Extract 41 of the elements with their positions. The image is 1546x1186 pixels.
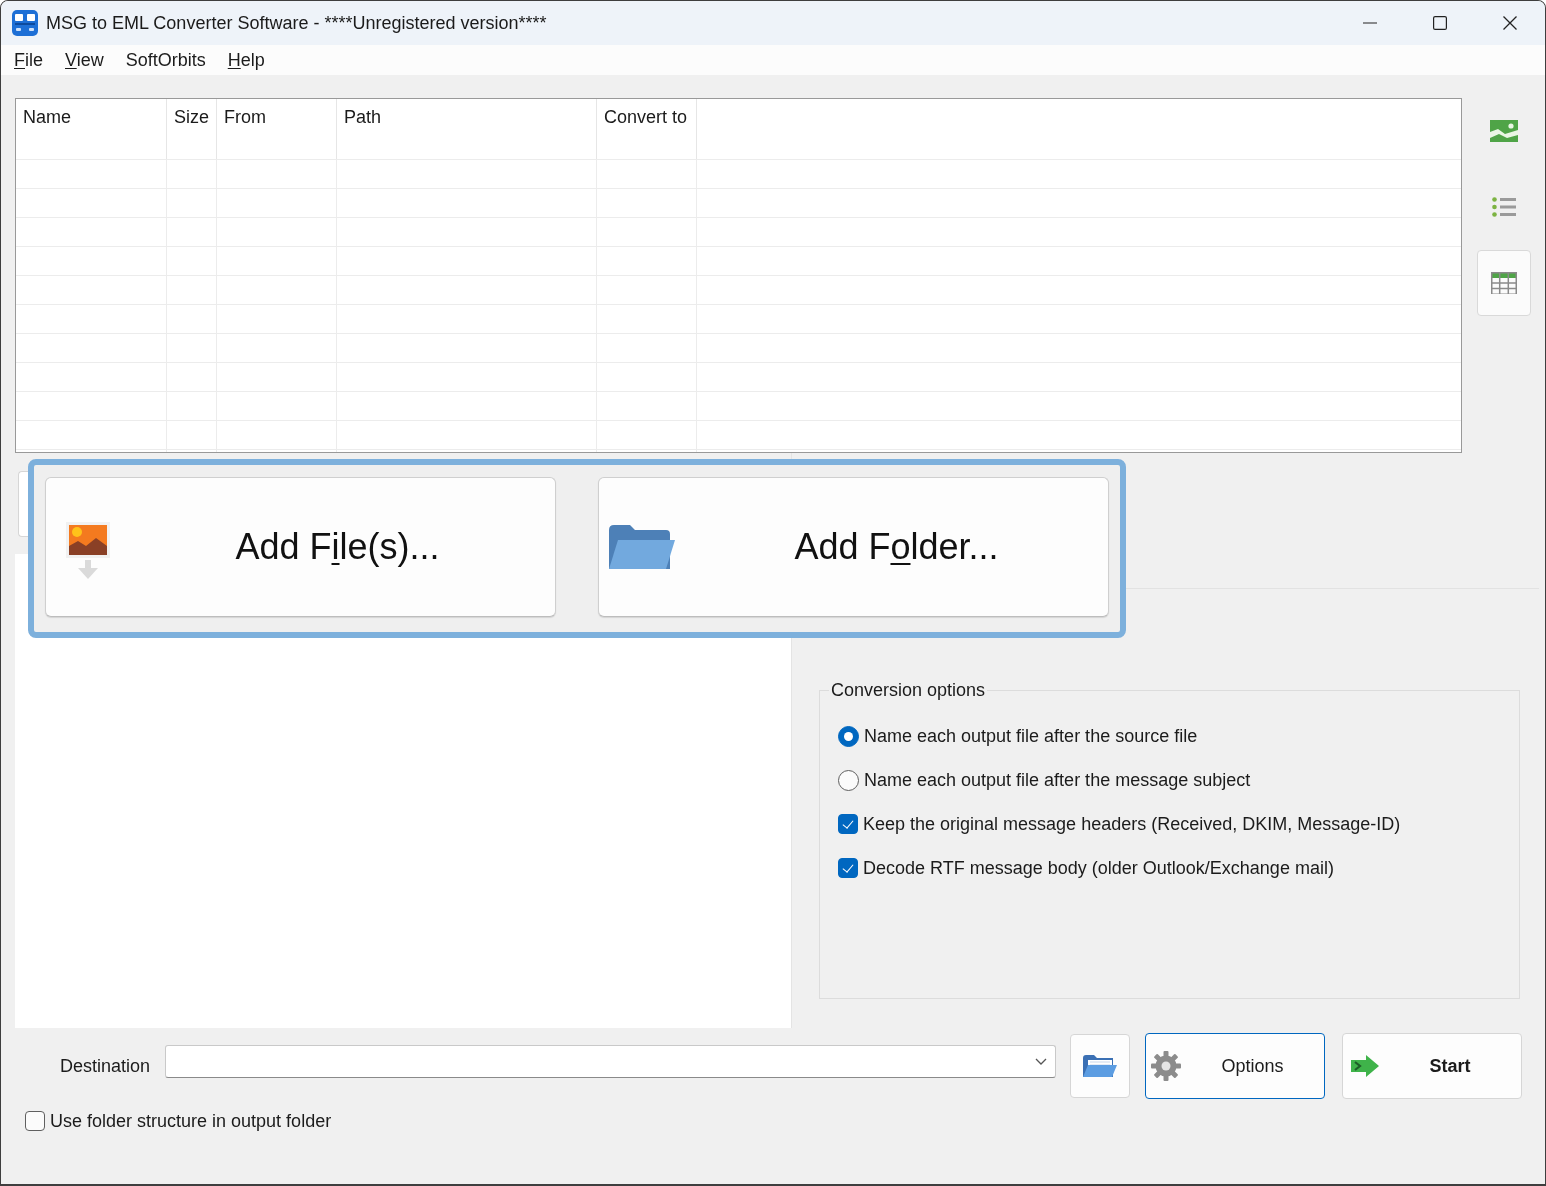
window-title: MSG to EML Converter Software - ****Unregistered version**** bbox=[46, 12, 547, 34]
menu-item[interactable]: File bbox=[3, 47, 54, 73]
checkbox[interactable] bbox=[838, 858, 858, 878]
destination-label: Destination bbox=[60, 1055, 150, 1077]
arrow-right-icon bbox=[1351, 1055, 1379, 1077]
options-button[interactable]: Options bbox=[1145, 1033, 1325, 1099]
option-label: Decode RTF message body (older Outlook/Exchange mail) bbox=[863, 857, 1334, 879]
app-icon bbox=[12, 10, 38, 36]
group-title: Conversion options bbox=[830, 680, 987, 701]
column-header[interactable]: Name bbox=[16, 99, 167, 159]
folder-icon bbox=[1083, 1055, 1117, 1077]
option-label: Name each output file after the message subject bbox=[864, 769, 1251, 791]
close-icon bbox=[1503, 16, 1517, 30]
destination-combobox[interactable] bbox=[165, 1045, 1056, 1078]
radio-button[interactable] bbox=[838, 725, 859, 747]
grid-icon bbox=[1491, 272, 1517, 294]
panel-edge bbox=[18, 471, 28, 537]
column-header[interactable]: Path bbox=[337, 99, 597, 159]
view-button[interactable] bbox=[1477, 250, 1531, 316]
menu-item[interactable]: View bbox=[54, 47, 115, 73]
picture-arrow-icon bbox=[66, 522, 110, 580]
menu-item[interactable]: Help bbox=[216, 47, 276, 73]
checkbox-label: Use folder structure in output folder bbox=[50, 1110, 332, 1132]
checkbox[interactable] bbox=[25, 1111, 45, 1131]
checkbox[interactable] bbox=[838, 814, 858, 834]
add-files-button[interactable]: Add File(s)... bbox=[45, 477, 556, 617]
browse-folder-button[interactable] bbox=[1070, 1034, 1130, 1098]
start-button[interactable]: Start bbox=[1342, 1033, 1522, 1099]
option-label: Name each output file after the source file bbox=[864, 725, 1198, 747]
column-header[interactable]: Convert to bbox=[597, 99, 697, 159]
radio-button[interactable] bbox=[838, 769, 859, 791]
chevron-down-icon bbox=[1035, 1057, 1047, 1066]
folder-icon bbox=[609, 525, 675, 569]
list-icon bbox=[1492, 197, 1516, 217]
menu-item[interactable]: SoftOrbits bbox=[114, 47, 217, 73]
landscape-icon bbox=[1490, 120, 1518, 142]
column-header[interactable]: Size bbox=[167, 99, 217, 159]
option-label: Keep the original message headers (Received, DKIM, Message-ID) bbox=[863, 813, 1401, 835]
column-header[interactable]: From bbox=[217, 99, 337, 159]
add-folder-button[interactable]: Add Folder... bbox=[598, 477, 1109, 617]
maximize-icon bbox=[1433, 16, 1447, 30]
